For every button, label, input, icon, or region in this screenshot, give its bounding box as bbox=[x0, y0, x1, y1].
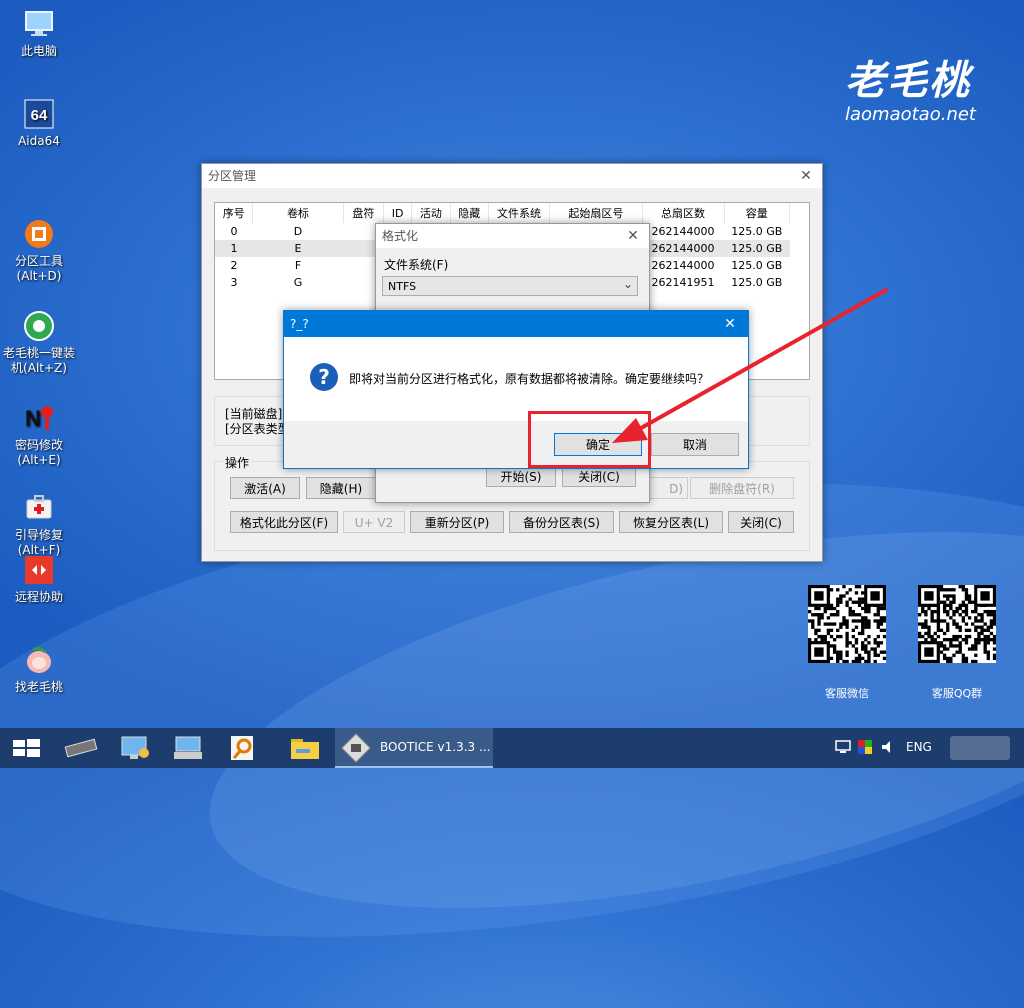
display-color-icon[interactable] bbox=[858, 740, 872, 754]
taskbar-network-tool[interactable] bbox=[108, 728, 162, 768]
taskbar: BOOTICE v1.3.3 ... ENG bbox=[0, 728, 1024, 768]
windows-logo-icon bbox=[13, 739, 40, 757]
clock-area[interactable] bbox=[950, 736, 1010, 760]
keyboard-monitor-icon bbox=[174, 736, 202, 759]
memory-chip-icon bbox=[64, 738, 98, 758]
annotation-arrow bbox=[612, 288, 888, 443]
taskbar-file-explorer[interactable] bbox=[278, 728, 332, 768]
taskbar-memory-tool[interactable] bbox=[54, 728, 108, 768]
taskbar-app-title: BOOTICE v1.3.3 ... bbox=[380, 740, 491, 754]
magnifier-icon bbox=[231, 736, 253, 760]
monitor-network-icon bbox=[121, 736, 149, 759]
taskbar-search-tool[interactable] bbox=[216, 728, 270, 768]
folder-icon bbox=[291, 739, 319, 759]
start-button[interactable] bbox=[0, 728, 54, 768]
taskbar-bootice-app[interactable]: BOOTICE v1.3.3 ... bbox=[335, 728, 493, 768]
volume-icon[interactable] bbox=[881, 740, 895, 754]
network-icon[interactable] bbox=[835, 740, 851, 754]
language-indicator[interactable]: ENG bbox=[906, 740, 932, 754]
bootice-icon bbox=[341, 733, 371, 763]
taskbar-keyboard-tool[interactable] bbox=[162, 728, 216, 768]
